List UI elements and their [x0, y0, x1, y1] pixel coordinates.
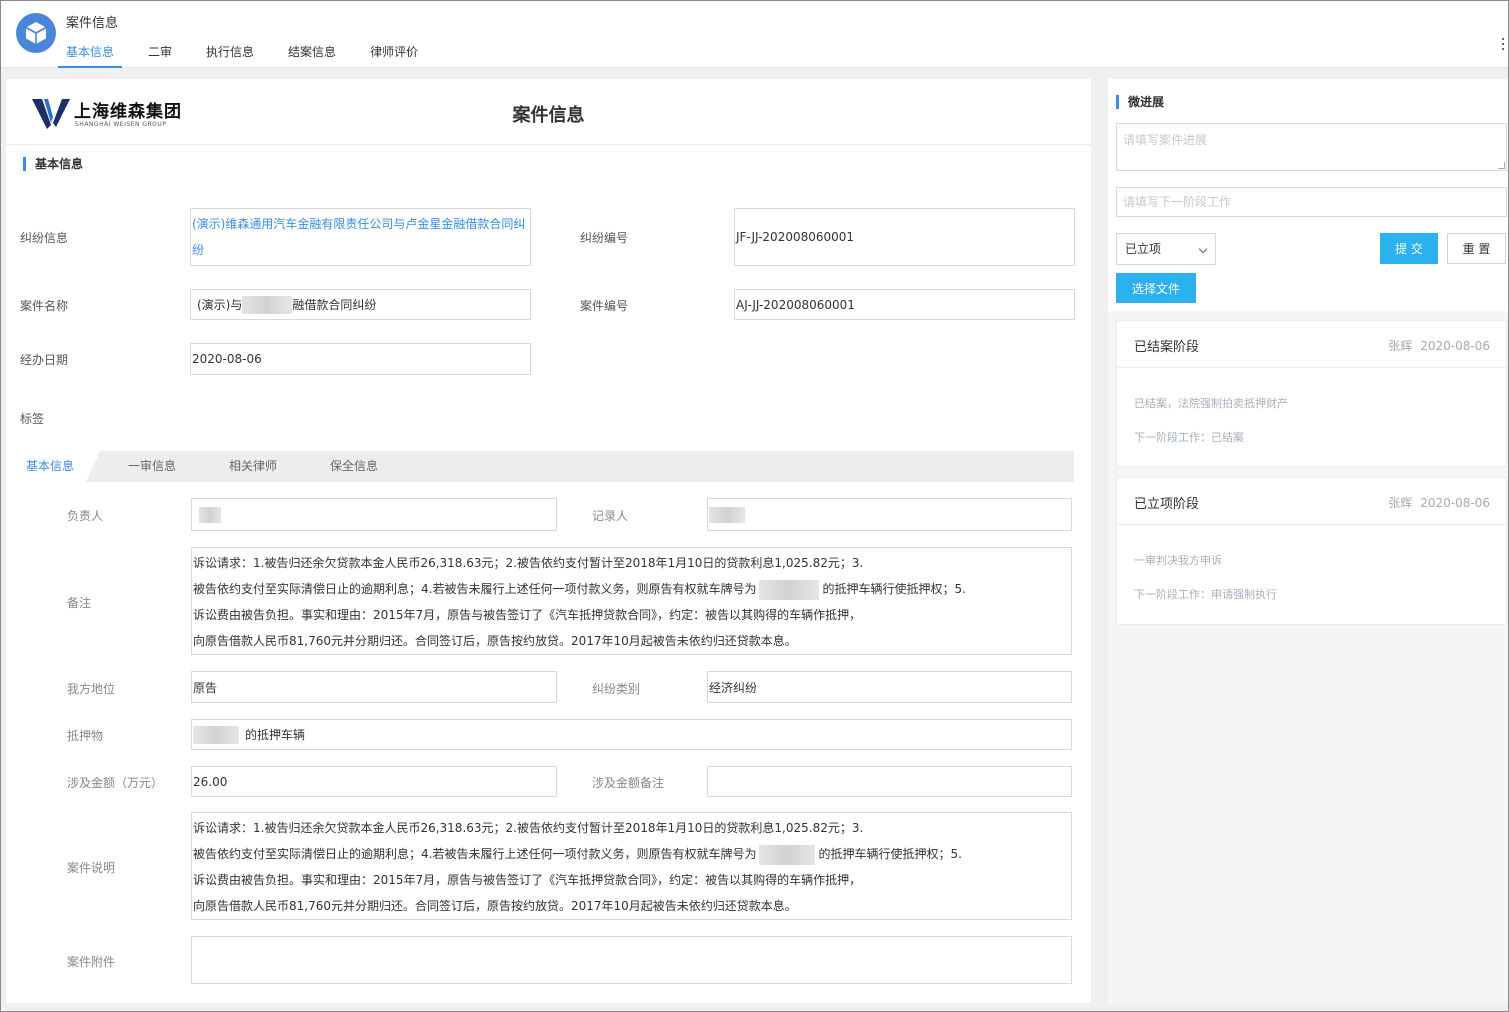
remark-field[interactable]: 诉讼请求：1.被告归还余欠贷款本金人民币26,318.63元；2.被告依约支付暂…	[191, 547, 1072, 655]
redacted-block	[199, 506, 221, 523]
subtab-first-trial[interactable]: 一审信息	[128, 451, 176, 482]
category-label: 纠纷类别	[592, 682, 641, 696]
tab-lawyer-review[interactable]: 律师评价	[362, 37, 426, 68]
redacted-block	[193, 725, 239, 744]
collateral-label: 抵押物	[67, 729, 104, 743]
attachment-field[interactable]	[191, 936, 1072, 984]
remark-label: 备注	[67, 596, 92, 610]
submit-button[interactable]: 提 交	[1380, 233, 1438, 264]
desc-label: 案件说明	[67, 861, 116, 875]
choose-file-button[interactable]: 选择文件	[1116, 273, 1196, 303]
app-title: 案件信息	[66, 16, 119, 31]
owner-label: 负责人	[67, 509, 104, 523]
case-name-label: 案件名称	[20, 299, 69, 313]
more-vertical-icon[interactable]	[1500, 38, 1506, 54]
section-basic-info: 基本信息	[23, 157, 83, 171]
case-name-field[interactable]: (演示)与 融借款合同纠纷	[190, 289, 531, 320]
nav-tabs: 基本信息 二审 执行信息 结案信息 律师评价	[58, 37, 444, 68]
owner-field[interactable]	[191, 498, 557, 531]
position-label: 我方地位	[67, 682, 116, 696]
app-window: 案件信息 基本信息 二审 执行信息 结案信息 律师评价 上海维森集团 SHANG…	[0, 0, 1509, 1012]
tab-second-trial[interactable]: 二审	[140, 37, 180, 68]
document-header: 上海维森集团 SHANGHAI WEISEN GROUP 案件信息	[6, 79, 1091, 145]
position-field[interactable]: 原告	[191, 671, 557, 703]
next-stage-input[interactable]: 请填写下一阶段工作	[1116, 187, 1507, 217]
section-progress: 微进展	[1116, 95, 1164, 109]
progress-panel: 微进展 请填写案件进展 请填写下一阶段工作 已立项 提 交 重 置 选择文件 已…	[1108, 79, 1508, 1003]
amount-note-label: 涉及金额备注	[592, 776, 665, 790]
recorder-field[interactable]	[707, 498, 1072, 531]
desc-field[interactable]: 诉讼请求：1.被告归还余欠贷款本金人民币26,318.63元；2.被告依约支付暂…	[191, 812, 1072, 920]
redacted-block	[759, 844, 816, 865]
case-info-panel: 上海维森集团 SHANGHAI WEISEN GROUP 案件信息 基本信息 纠…	[6, 79, 1091, 1003]
tab-closing-info[interactable]: 结案信息	[280, 37, 344, 68]
amount-note-field[interactable]	[707, 766, 1072, 797]
date-field[interactable]: 2020-08-06	[190, 343, 531, 375]
redacted-block	[242, 295, 293, 314]
attachment-label: 案件附件	[67, 955, 116, 969]
subtab-basic-info[interactable]: 基本信息	[18, 451, 101, 482]
reset-button[interactable]: 重 置	[1447, 233, 1506, 264]
dispute-no-field[interactable]: JF-JJ-202008060001	[734, 208, 1075, 266]
case-no-field[interactable]: AJ-JJ-202008060001	[734, 289, 1075, 320]
progress-textarea[interactable]: 请填写案件进展	[1116, 123, 1507, 171]
amount-field[interactable]: 26.00	[191, 766, 557, 797]
case-no-label: 案件编号	[580, 299, 629, 313]
detail-subtabs: 基本信息 一审信息 相关律师 保全信息	[18, 451, 1074, 482]
dispute-no-label: 纠纷编号	[580, 231, 629, 245]
document-title: 案件信息	[512, 105, 585, 126]
redacted-block	[709, 506, 745, 523]
dispute-link[interactable]: (演示)维森通用汽车金融有限责任公司与卢金星金融借款合同纠纷	[190, 208, 531, 266]
date-label: 经办日期	[20, 353, 69, 367]
top-bar: 案件信息 基本信息 二审 执行信息 结案信息 律师评价	[1, 1, 1508, 68]
category-field[interactable]: 经济纠纷	[707, 671, 1072, 703]
tab-execution-info[interactable]: 执行信息	[198, 37, 262, 68]
recorder-label: 记录人	[592, 509, 629, 523]
chevron-down-icon	[1198, 244, 1208, 254]
dispute-label: 纠纷信息	[20, 231, 69, 245]
tab-basic-info[interactable]: 基本信息	[58, 37, 123, 68]
stage-card: 已立项阶段 张辉 2020-08-06 一审判决我方申诉 下一阶段工作：申请强制执…	[1116, 477, 1507, 625]
subtab-preservation[interactable]: 保全信息	[330, 451, 378, 482]
subtab-lawyers[interactable]: 相关律师	[229, 451, 277, 482]
tag-label: 标签	[20, 412, 45, 426]
resize-handle-icon[interactable]	[1498, 162, 1505, 169]
collateral-field[interactable]: 的抵押车辆	[191, 719, 1072, 750]
stage-select[interactable]: 已立项	[1116, 233, 1216, 265]
amount-label: 涉及金额（万元）	[67, 776, 164, 790]
stage-card: 已结案阶段 张辉 2020-08-06 已结案，法院强制拍卖抵押财产 下一阶段工作…	[1116, 320, 1507, 467]
redacted-block	[759, 579, 820, 600]
cube-icon	[16, 13, 56, 53]
